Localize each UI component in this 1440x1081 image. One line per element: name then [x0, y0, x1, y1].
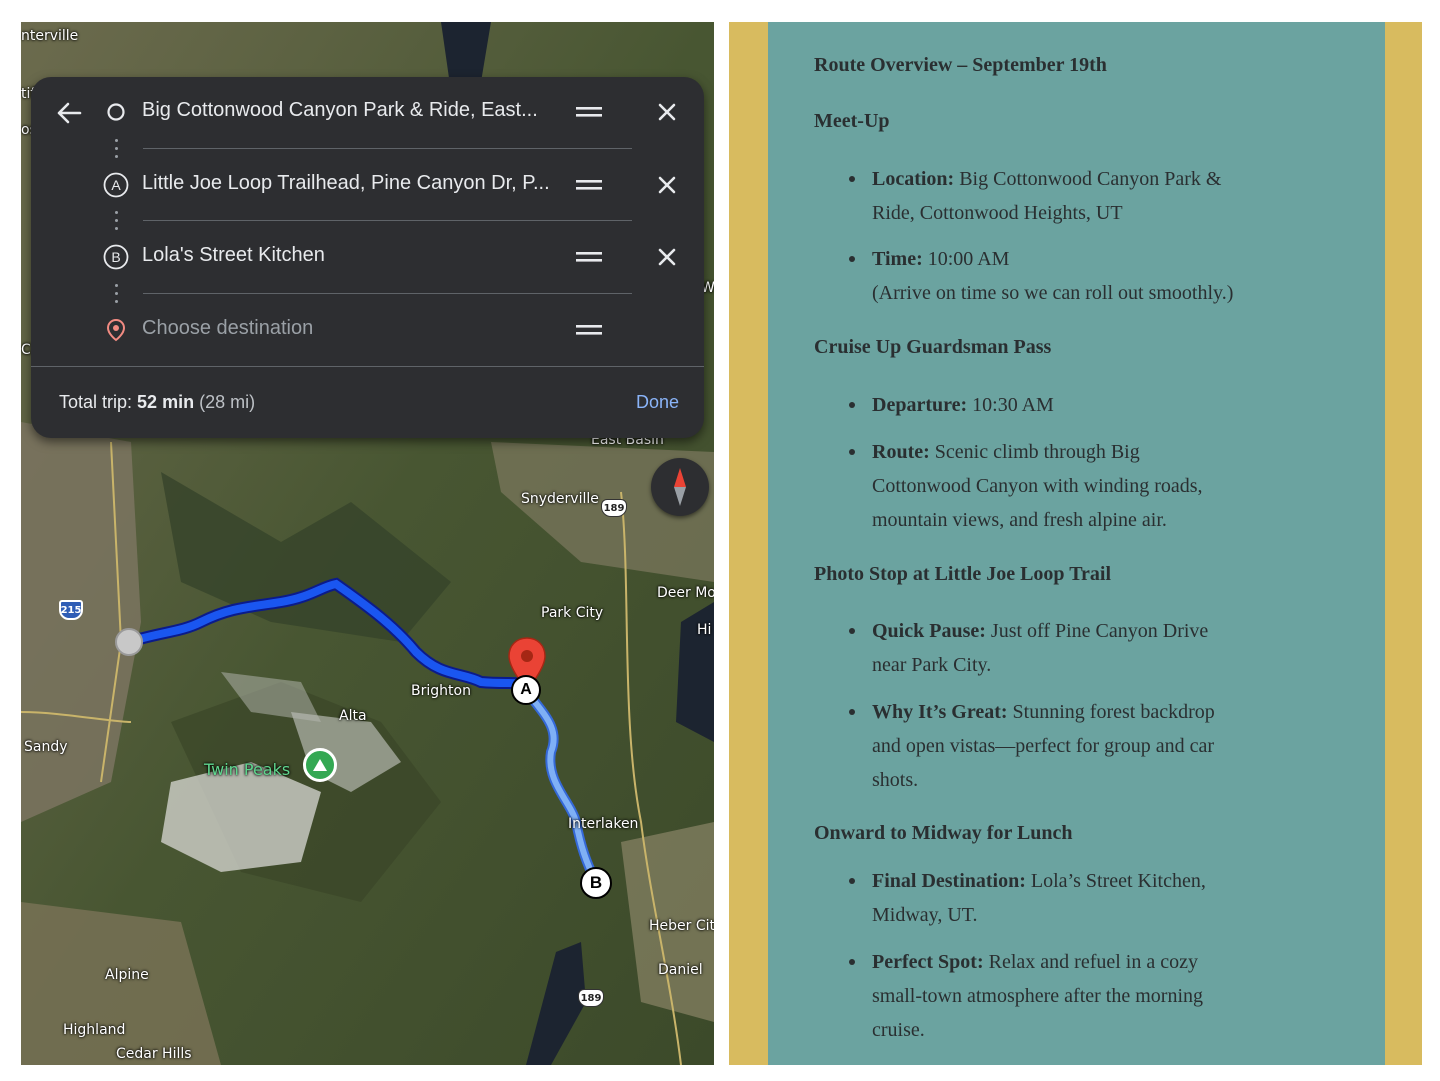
place-label: Cedar Hills	[116, 1046, 192, 1062]
itinerary-content: Route Overview – September 19th Meet-Up …	[768, 22, 1385, 1065]
place-label: Interlaken	[568, 816, 639, 832]
place-label: Sandy	[24, 739, 68, 755]
place-label: Hi	[697, 622, 712, 638]
bullet	[849, 628, 855, 634]
bullet	[849, 449, 855, 455]
compass-icon[interactable]	[651, 458, 709, 516]
park-icon[interactable]	[303, 748, 337, 782]
bullet	[849, 878, 855, 884]
route-stop-destination[interactable]: Choose destination	[31, 300, 704, 360]
drag-handle-icon[interactable]	[575, 175, 603, 195]
divider	[143, 148, 632, 149]
section-heading: Photo Stop at Little Joe Loop Trail	[814, 563, 1112, 585]
list-item: Why It’s Great: Stunning forest backdrop…	[872, 701, 1215, 791]
route-stop-b[interactable]: B Lola's Street Kitchen	[31, 227, 704, 287]
section-heading: Meet-Up	[814, 110, 890, 132]
drag-handle-icon[interactable]	[575, 320, 603, 340]
list-item: Route: Scenic climb through Big Cottonwo…	[872, 441, 1203, 531]
place-label: Alta	[339, 708, 367, 724]
bullet	[849, 402, 855, 408]
close-icon[interactable]	[653, 171, 681, 199]
place-label: Daniel	[658, 962, 703, 978]
list-item: Final Destination: Lola’s Street Kitchen…	[872, 870, 1206, 926]
drag-handle-icon[interactable]	[575, 247, 603, 267]
total-distance: (28 mi)	[199, 392, 256, 412]
place-label: Alpine	[105, 967, 149, 983]
divider	[143, 220, 632, 221]
place-label: Deer Mo	[657, 585, 714, 601]
place-label: nterville	[21, 28, 79, 44]
interstate-shield: 215	[59, 600, 83, 620]
section-heading: Cruise Up Guardsman Pass	[814, 336, 1052, 358]
destination-pin-icon	[103, 317, 129, 343]
list-item: Departure: 10:30 AM	[872, 394, 1054, 416]
waypoint-a-marker[interactable]: A	[511, 675, 541, 705]
bullet	[849, 959, 855, 965]
section-heading: Onward to Midway for Lunch	[814, 822, 1073, 844]
origin-marker	[115, 628, 143, 656]
place-label: Heber City	[649, 918, 714, 934]
list-item: Location: Big Cottonwood Canyon Park & R…	[872, 168, 1222, 224]
waypoint-letter: A	[111, 177, 121, 193]
list-item: Quick Pause: Just off Pine Canyon Drive …	[872, 620, 1209, 676]
place-label: Highland	[63, 1022, 126, 1038]
map-view[interactable]: nterville tif os Ci W East Basin Sandy B…	[21, 22, 714, 1065]
total-time: 52 min	[137, 392, 195, 412]
list-item: Time: 10:00 AM (Arrive on time so we can…	[872, 248, 1234, 304]
route-stop-origin[interactable]: Big Cottonwood Canyon Park & Ride, East.…	[31, 82, 704, 142]
waypoint-letter: B	[111, 249, 120, 265]
waypoint-b-marker[interactable]: B	[580, 867, 612, 899]
total-label: Total trip:	[59, 392, 133, 412]
destination-input[interactable]: Choose destination	[142, 317, 313, 340]
itinerary-title: Route Overview – September 19th	[814, 54, 1107, 76]
us-route-shield: 189	[578, 989, 604, 1007]
origin-circle-icon	[103, 99, 129, 125]
trip-summary: Total trip: 52 min (28 mi)	[59, 392, 255, 413]
close-icon[interactable]	[653, 98, 681, 126]
route-stop-a[interactable]: A Little Joe Loop Trailhead, Pine Canyon…	[31, 155, 704, 215]
done-button[interactable]: Done	[636, 392, 679, 413]
divider	[143, 293, 632, 294]
list-item: Perfect Spot: Relax and refuel in a cozy…	[872, 951, 1204, 1041]
us-route-shield: 189	[601, 499, 627, 517]
place-label: Park City	[541, 605, 604, 621]
stop-input[interactable]: Little Joe Loop Trailhead, Pine Canyon D…	[142, 172, 550, 195]
place-label: Brighton	[411, 683, 471, 699]
stop-input[interactable]: Big Cottonwood Canyon Park & Ride, East.…	[142, 99, 538, 122]
stop-input[interactable]: Lola's Street Kitchen	[142, 244, 325, 267]
divider	[31, 366, 704, 367]
waypoint-a-icon: A	[103, 172, 129, 198]
directions-panel: Big Cottonwood Canyon Park & Ride, East.…	[31, 77, 704, 438]
bullet	[849, 256, 855, 262]
waypoint-letter: B	[589, 873, 603, 892]
place-label: Twin Peaks	[204, 760, 291, 779]
place-label: Snyderville	[521, 491, 599, 507]
drag-handle-icon[interactable]	[575, 102, 603, 122]
waypoint-letter: A	[520, 681, 532, 698]
waypoint-b-icon: B	[103, 244, 129, 270]
bullet	[849, 709, 855, 715]
bullet	[849, 176, 855, 182]
close-icon[interactable]	[653, 243, 681, 271]
itinerary-card: Route Overview – September 19th Meet-Up …	[729, 22, 1422, 1065]
